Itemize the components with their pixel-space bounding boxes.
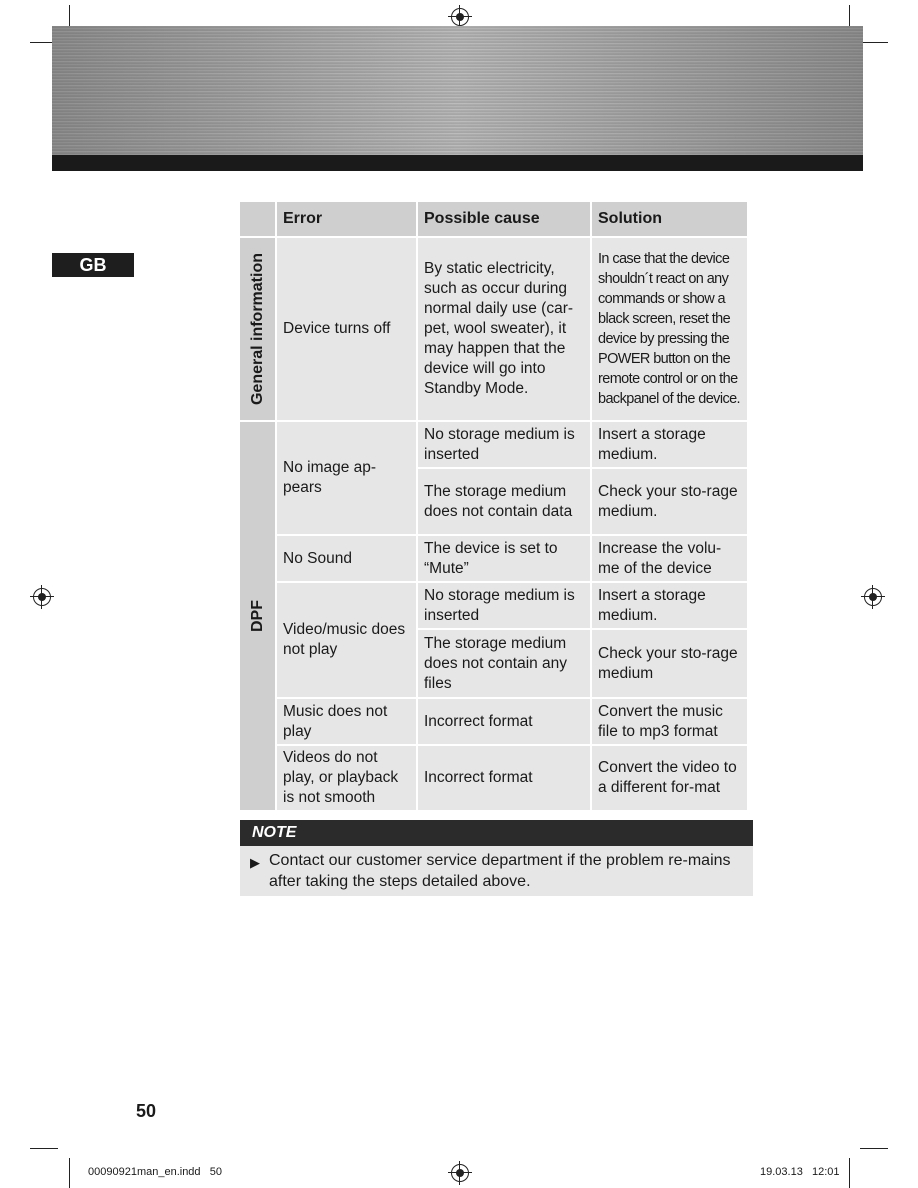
crop-mark [860, 42, 888, 43]
crop-mark [30, 1148, 58, 1149]
error-cell: No image ap-pears [277, 422, 416, 534]
error-cell: Video/music does not play [277, 583, 416, 697]
registration-mark-icon [30, 585, 54, 609]
cause-cell: The device is set to “Mute” [418, 536, 590, 581]
header-blank [240, 202, 275, 236]
solution-cell: In case that the device shouldn´t react … [592, 238, 747, 420]
error-cell: Music does not play [277, 699, 416, 744]
arrow-right-icon: ▶ [250, 855, 260, 870]
language-tab: GB [52, 253, 134, 277]
cause-cell: By static electricity, such as occur dur… [418, 238, 590, 420]
table-row: Music does not play Incorrect format Con… [240, 699, 747, 744]
header-solution: Solution [592, 202, 747, 236]
registration-mark-icon [448, 5, 472, 29]
footer-filename: 00090921man_en.indd 50 [88, 1166, 222, 1178]
page-number: 50 [136, 1101, 157, 1121]
header-cause: Possible cause [418, 202, 590, 236]
crop-mark [849, 1158, 850, 1188]
header-bar [52, 155, 863, 171]
table-header-row: Error Possible cause Solution [240, 202, 747, 236]
note-header: NOTE [240, 820, 753, 846]
solution-cell: Increase the volu-me of the device [592, 536, 747, 581]
cause-cell: Incorrect format [418, 746, 590, 810]
solution-cell: Insert a storage medium. [592, 583, 747, 628]
footer-datetime: 19.03.13 12:01 [760, 1166, 840, 1178]
crop-mark [69, 1158, 70, 1188]
note-body: ▶ Contact our customer service departmen… [240, 846, 753, 896]
cause-cell: The storage medium does not contain data [418, 469, 590, 534]
cause-cell: No storage medium is inserted [418, 583, 590, 628]
registration-mark-icon [448, 1161, 472, 1185]
table-row: No Sound The device is set to “Mute” Inc… [240, 536, 747, 581]
cause-cell: No storage medium is inserted [418, 422, 590, 467]
crop-mark [860, 1148, 888, 1149]
manual-page: GB Error Possible cause Solution General… [0, 0, 918, 1188]
cause-cell: Incorrect format [418, 699, 590, 744]
section-label: General information [240, 238, 275, 420]
header-banner [52, 26, 863, 156]
troubleshooting-table: Error Possible cause Solution General in… [238, 200, 749, 812]
error-cell: Device turns off [277, 238, 416, 420]
table-row: Video/music does not play No storage med… [240, 583, 747, 697]
solution-cell: Convert the video to a different for-mat [592, 746, 747, 810]
note-title: NOTE [252, 824, 297, 841]
solution-cell: Check your sto-rage medium [592, 630, 747, 697]
table-row: DPF No image ap-pears No storage medium … [240, 422, 747, 810]
section-label: DPF [240, 422, 275, 810]
table-row: Videos do not play, or playback is not s… [240, 746, 747, 810]
solution-cell: Convert the music file to mp3 format [592, 699, 747, 744]
registration-mark-icon [861, 585, 885, 609]
solution-cell: Insert a storage medium. [592, 422, 747, 467]
error-cell: Videos do not play, or playback is not s… [277, 746, 416, 810]
error-cell: No Sound [277, 536, 416, 581]
table-row: General information Device turns off By … [240, 238, 747, 420]
solution-cell: Check your sto-rage medium. [592, 469, 747, 534]
cause-cell: The storage medium does not contain any … [418, 630, 590, 697]
note-text: Contact our customer service department … [269, 852, 731, 890]
header-error: Error [277, 202, 416, 236]
